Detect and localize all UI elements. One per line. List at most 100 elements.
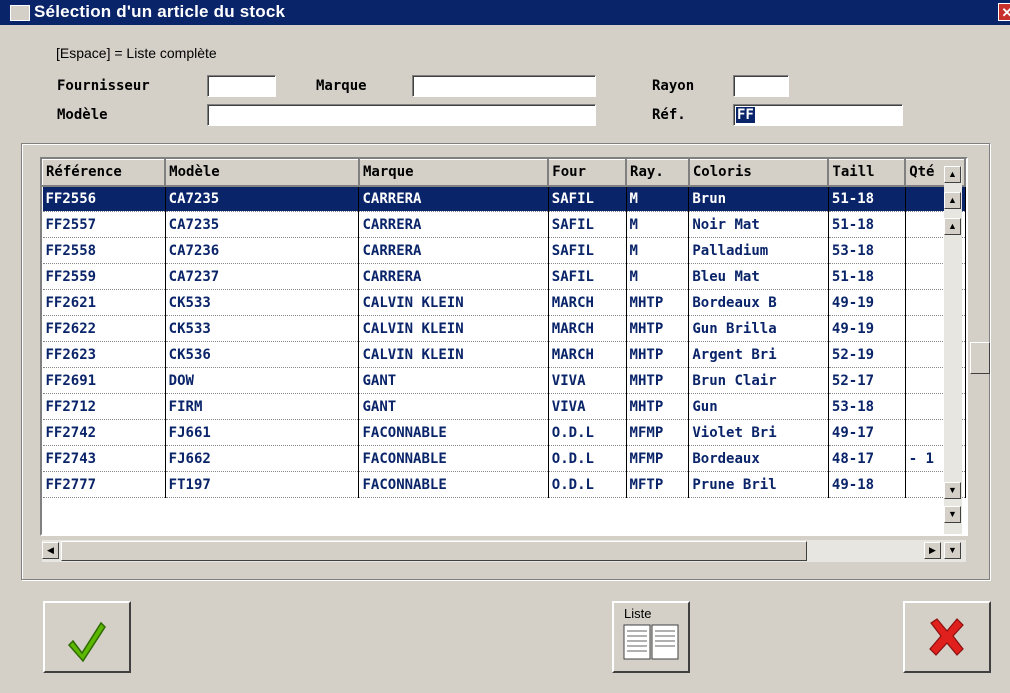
table-cell: CA7237	[165, 263, 360, 290]
table-cell: 52-19	[828, 341, 906, 368]
column-header[interactable]: Coloris	[688, 159, 830, 187]
table-row[interactable]: FF2742 FJ661 FACONNABLE O.D.L MFMP Violet Bri…	[42, 419, 966, 446]
table-cell: CA7235	[165, 185, 360, 212]
table-cell: FF2622	[42, 315, 166, 342]
table-cell: O.D.L	[548, 445, 627, 472]
hint-text: [Espace] = Liste complète	[56, 45, 217, 61]
vertical-scrollbar[interactable]: ▲ ▲ ▲ ▼ ▼	[944, 166, 962, 534]
table-cell: 49-19	[828, 289, 906, 316]
table-cell: MARCH	[548, 315, 627, 342]
table-row[interactable]: FF2622 CK533 CALVIN KLEIN MARCH MHTP Gun Bril…	[42, 315, 966, 342]
column-header[interactable]: Taill	[827, 159, 907, 187]
rayon-field[interactable]	[733, 75, 789, 97]
horizontal-scroll-thumb[interactable]	[61, 541, 807, 561]
table-cell: M	[626, 211, 690, 238]
modele-label: Modèle	[57, 107, 108, 123]
fournisseur-field[interactable]	[207, 75, 276, 97]
table-cell: Argent Bri	[688, 341, 829, 368]
scroll-up-icon[interactable]: ▲	[944, 218, 961, 235]
table-cell: 49-17	[828, 419, 906, 446]
scroll-page-down-icon[interactable]: ▼	[944, 506, 961, 523]
table-cell: FACONNABLE	[358, 471, 549, 498]
table-cell: SAFIL	[548, 211, 627, 238]
table-cell: CK533	[165, 315, 360, 342]
table-cell: 53-18	[828, 393, 906, 420]
table-cell: 51-18	[828, 263, 906, 290]
table-cell: DOW	[165, 367, 360, 394]
ref-field[interactable]: FF	[733, 104, 903, 126]
table-cell: MARCH	[548, 341, 627, 368]
table-cell: CA7235	[165, 211, 360, 238]
table-row[interactable]: FF2777 FT197 FACONNABLE O.D.L MFTP Prune Bril…	[42, 471, 966, 498]
scroll-right-icon[interactable]: ▶	[924, 542, 941, 559]
table-cell: VIVA	[548, 367, 627, 394]
table-row[interactable]: FF2621 CK533 CALVIN KLEIN MARCH MHTP Bordeaux…	[42, 289, 966, 316]
scroll-down-icon[interactable]: ▼	[944, 482, 961, 499]
table-cell: Violet Bri	[688, 419, 829, 446]
ref-label: Réf.	[652, 107, 686, 123]
table-cell: Noir Mat	[688, 211, 829, 238]
checkmark-icon	[67, 621, 106, 663]
table-row[interactable]: FF2557 CA7235 CARRERA SAFIL M Noir Mat 51-18	[42, 211, 966, 238]
table-cell: SAFIL	[548, 185, 627, 212]
table-cell: SAFIL	[548, 263, 627, 290]
table-cell: 51-18	[828, 185, 906, 212]
table-row[interactable]: FF2623 CK536 CALVIN KLEIN MARCH MHTP Argent B…	[42, 341, 966, 368]
table-cell: FF2556	[42, 185, 166, 212]
table-cell: FF2559	[42, 263, 166, 290]
scroll-left-icon[interactable]: ◀	[42, 542, 59, 559]
table-cell: CARRERA	[358, 263, 549, 290]
column-header[interactable]: Four	[547, 159, 628, 187]
table-cell: 49-19	[828, 315, 906, 342]
liste-button[interactable]: Liste	[612, 601, 690, 673]
close-icon[interactable]: ✕	[998, 3, 1010, 21]
table-cell: FJ661	[165, 419, 360, 446]
table-row[interactable]: FF2712 FIRM GANT VIVA MHTP Gun 53-18	[42, 393, 966, 420]
table-cell: MHTP	[626, 367, 690, 394]
table-row[interactable]: FF2558 CA7236 CARRERA SAFIL M Palladium 53-18	[42, 237, 966, 264]
table-cell: Palladium	[688, 237, 829, 264]
ref-field-value: FF	[736, 107, 755, 123]
horizontal-scrollbar[interactable]: ◀ ▶ ▼	[42, 540, 966, 562]
table-row[interactable]: FF2559 CA7237 CARRERA SAFIL M Bleu Mat 51-18	[42, 263, 966, 290]
ok-button[interactable]	[43, 601, 131, 673]
table-row[interactable]: FF2691 DOW GANT VIVA MHTP Brun Clair 52-17	[42, 367, 966, 394]
column-header[interactable]: Modèle	[164, 159, 360, 187]
scroll-end-icon[interactable]: ▼	[944, 542, 961, 559]
table-cell: FF2621	[42, 289, 166, 316]
table-cell: FT197	[165, 471, 360, 498]
table-cell: GANT	[358, 367, 549, 394]
table-cell: FF2742	[42, 419, 166, 446]
table-cell: FJ662	[165, 445, 360, 472]
article-grid[interactable]: Référence Modèle Marque Four Ray. Coloris Tail…	[40, 157, 968, 536]
table-row[interactable]: FF2556 CA7235 CARRERA SAFIL M Brun 51-18	[42, 185, 966, 212]
table-body: FF2556 CA7235 CARRERA SAFIL M Brun 51-18 FF2557…	[42, 185, 966, 498]
vertical-scroll-thumb[interactable]	[970, 342, 990, 374]
table-cell: SAFIL	[548, 237, 627, 264]
table-cell: Bleu Mat	[688, 263, 829, 290]
table-row[interactable]: FF2743 FJ662 FACONNABLE O.D.L MFMP Bordeaux 48…	[42, 445, 966, 472]
modele-field[interactable]	[207, 104, 596, 126]
table-cell: FF2743	[42, 445, 166, 472]
liste-button-label: Liste	[624, 606, 652, 621]
marque-label: Marque	[316, 78, 367, 94]
scroll-top-icon[interactable]: ▲	[944, 166, 961, 183]
table-cell: VIVA	[548, 393, 627, 420]
table-cell: CK533	[165, 289, 360, 316]
rayon-label: Rayon	[652, 78, 695, 94]
column-header[interactable]: Référence	[42, 159, 167, 187]
window-icon	[10, 5, 30, 21]
cancel-button[interactable]	[903, 601, 991, 673]
table-cell: MHTP	[626, 289, 690, 316]
table-cell: FACONNABLE	[358, 419, 549, 446]
scroll-page-up-icon[interactable]: ▲	[944, 192, 961, 209]
marque-field[interactable]	[412, 75, 596, 97]
table-header-row: Référence Modèle Marque Four Ray. Coloris Tail…	[42, 159, 966, 187]
table-cell: FF2691	[42, 367, 166, 394]
table-cell: Brun Clair	[688, 367, 829, 394]
table-cell: MHTP	[626, 393, 690, 420]
column-header[interactable]: Ray.	[625, 159, 690, 187]
column-header[interactable]: Marque	[358, 159, 550, 187]
table-cell: MARCH	[548, 289, 627, 316]
table-cell: MFMP	[626, 445, 690, 472]
